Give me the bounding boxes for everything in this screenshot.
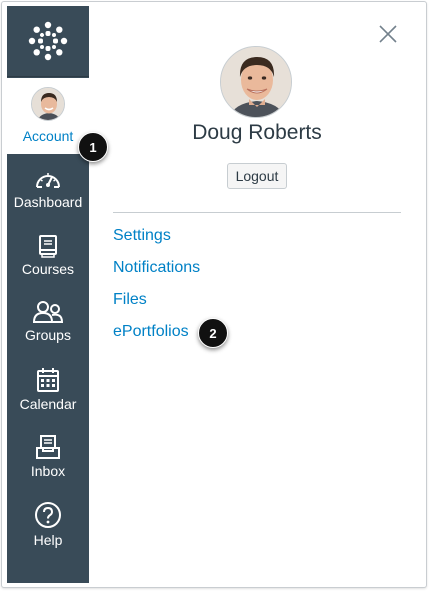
notifications-link[interactable]: Notifications — [113, 259, 200, 277]
nav-courses-label: Courses — [21, 261, 75, 277]
question-circle-icon — [35, 502, 61, 528]
nav-dashboard[interactable]: Dashboard — [7, 167, 89, 210]
nav-help-label: Help — [33, 532, 63, 548]
user-name: Doug Roberts — [192, 121, 322, 144]
people-icon — [32, 301, 64, 323]
book-icon — [39, 235, 57, 258]
eportfolios-link[interactable]: ePortfolios — [113, 323, 189, 341]
user-avatar — [220, 46, 292, 118]
inbox-icon — [36, 435, 60, 459]
nav-inbox[interactable]: Inbox — [7, 434, 89, 479]
nav-account-label: Account — [22, 128, 74, 144]
step-badge-2: 2 — [198, 318, 228, 348]
canvas-logo-icon — [28, 21, 68, 61]
global-nav-sidebar: Account Dashboard Courses Groups Calenda… — [7, 6, 89, 583]
logout-button[interactable]: Logout — [227, 163, 287, 189]
nav-account[interactable]: Account — [7, 78, 89, 154]
nav-groups-label: Groups — [25, 327, 71, 343]
nav-dashboard-label: Dashboard — [13, 194, 83, 210]
nav-calendar-label: Calendar — [19, 396, 77, 412]
nav-help[interactable]: Help — [7, 501, 89, 548]
close-icon — [379, 25, 397, 43]
files-link[interactable]: Files — [113, 291, 147, 309]
account-avatar — [31, 87, 65, 121]
dashboard-gauge-icon — [36, 173, 60, 188]
nav-inbox-label: Inbox — [30, 463, 66, 479]
step-badge-1: 1 — [78, 132, 108, 162]
close-tray-button[interactable] — [378, 24, 398, 44]
nav-groups[interactable]: Groups — [7, 300, 89, 343]
canvas-logo[interactable] — [7, 6, 89, 77]
divider — [113, 212, 401, 213]
nav-courses[interactable]: Courses — [7, 234, 89, 277]
calendar-icon — [37, 368, 59, 392]
nav-calendar[interactable]: Calendar — [7, 367, 89, 412]
settings-link[interactable]: Settings — [113, 227, 171, 245]
